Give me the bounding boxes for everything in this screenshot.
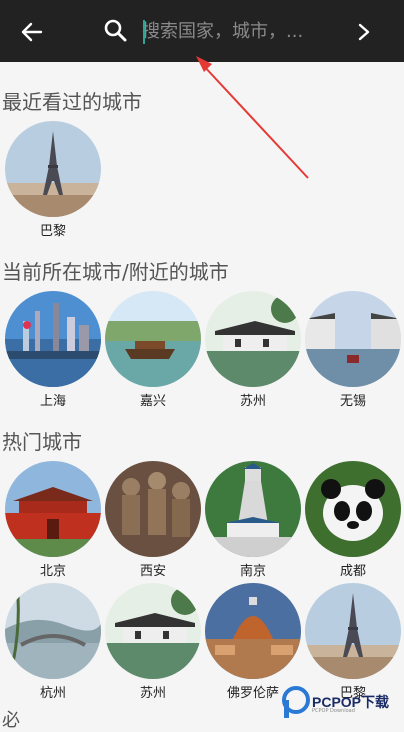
city-item-nanjing[interactable]: 南京 xyxy=(205,461,301,579)
city-label: 上海 xyxy=(39,394,66,409)
city-item-beijing[interactable]: 北京 xyxy=(5,461,101,579)
city-image-hangzhou xyxy=(5,583,101,679)
city-item-florence[interactable]: 佛罗伦萨 xyxy=(205,583,301,701)
text-cursor xyxy=(143,20,145,44)
city-image-chengdu xyxy=(305,461,401,557)
city-item-suzhou-hot[interactable]: 苏州 xyxy=(105,583,201,701)
back-arrow-icon[interactable] xyxy=(18,18,46,46)
city-item-chengdu[interactable]: 成都 xyxy=(305,461,401,579)
city-image-nanjing xyxy=(205,461,301,557)
city-image-paris xyxy=(5,121,101,217)
city-image-florence xyxy=(205,583,301,679)
search-input[interactable]: 搜索国家，城市，... xyxy=(142,18,342,46)
section-title-next: 必 xyxy=(2,710,20,731)
city-item-paris-hot[interactable]: 巴黎 xyxy=(305,583,401,701)
city-item-jiaxing[interactable]: 嘉兴 xyxy=(105,291,201,409)
city-label: 苏州 xyxy=(139,686,166,701)
city-label: 西安 xyxy=(139,564,166,579)
city-image-wuxi xyxy=(305,291,401,387)
city-item-suzhou[interactable]: 苏州 xyxy=(205,291,301,409)
section-title-hot: 热门城市 xyxy=(2,430,82,454)
city-item-xian[interactable]: 西安 xyxy=(105,461,201,579)
city-image-jiaxing xyxy=(105,291,201,387)
city-image-shanghai xyxy=(5,291,101,387)
city-label: 嘉兴 xyxy=(139,394,166,409)
watermark-logo: PCPOP下载 PCPOP Download xyxy=(282,684,404,720)
city-image-suzhou xyxy=(205,291,301,387)
section-title-current: 当前所在城市/附近的城市 xyxy=(2,260,229,284)
search-icon[interactable] xyxy=(103,18,129,44)
section-title-recent: 最近看过的城市 xyxy=(2,90,142,114)
city-label: 成都 xyxy=(339,564,366,579)
city-label: 杭州 xyxy=(39,686,66,701)
watermark-logo-icon xyxy=(282,686,310,718)
city-label: 无锡 xyxy=(339,394,366,409)
city-item-hangzhou[interactable]: 杭州 xyxy=(5,583,101,701)
city-label: 苏州 xyxy=(239,394,266,409)
city-label: 北京 xyxy=(39,564,66,579)
city-image-paris xyxy=(305,583,401,679)
city-image-xian xyxy=(105,461,201,557)
city-label: 巴黎 xyxy=(39,224,66,239)
city-item-shanghai[interactable]: 上海 xyxy=(5,291,101,409)
watermark-subtitle: PCPOP Download xyxy=(312,708,355,714)
city-item-paris[interactable]: 巴黎 xyxy=(5,121,101,239)
city-label: 南京 xyxy=(239,564,266,579)
chevron-right-icon[interactable] xyxy=(352,18,376,46)
top-bar: 搜索国家，城市，... xyxy=(0,0,404,62)
city-image-suzhou xyxy=(105,583,201,679)
city-image-beijing xyxy=(5,461,101,557)
city-item-wuxi[interactable]: 无锡 xyxy=(305,291,401,409)
